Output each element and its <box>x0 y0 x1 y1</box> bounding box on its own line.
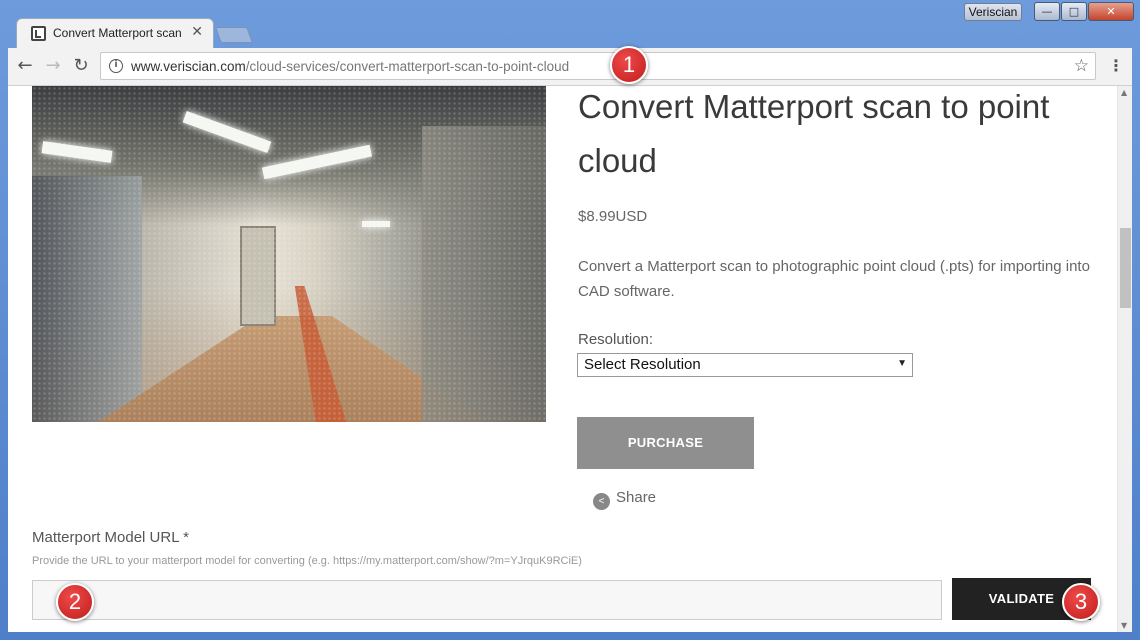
address-bar[interactable]: i www.veriscian.com/cloud-services/conve… <box>100 52 1096 80</box>
title-bar: Convert Matterport scan ✕ Veriscian — □ … <box>0 0 1140 48</box>
browser-toolbar: ← → ↻ i www.veriscian.com/cloud-services… <box>8 48 1132 86</box>
resolution-select[interactable]: Select Resolution ▼ <box>577 353 913 377</box>
new-tab-button[interactable] <box>215 27 253 43</box>
minimize-button[interactable]: — <box>1034 2 1060 21</box>
tab-title: Convert Matterport scan <box>53 26 181 40</box>
page-scrollbar[interactable]: ▲ ▼ <box>1117 86 1132 632</box>
share-link[interactable]: < Share <box>593 489 656 510</box>
share-label: Share <box>616 489 657 506</box>
url-text[interactable]: www.veriscian.com/cloud-services/convert… <box>131 59 569 74</box>
annotation-marker-1: 1 <box>610 46 648 84</box>
annotation-marker-3: 3 <box>1062 583 1100 621</box>
model-url-input[interactable] <box>32 580 942 620</box>
bookmark-star-icon[interactable]: ☆ <box>1074 56 1089 76</box>
close-window-button[interactable]: ✕ <box>1088 2 1134 21</box>
resolution-label: Resolution: <box>578 331 654 348</box>
site-favicon-icon <box>31 26 46 41</box>
close-tab-icon[interactable]: ✕ <box>191 24 203 40</box>
photo-point-texture <box>32 86 546 422</box>
scroll-down-icon[interactable]: ▼ <box>1121 621 1127 630</box>
dropdown-arrow-icon: ▼ <box>897 358 907 369</box>
browser-tab[interactable]: Convert Matterport scan ✕ <box>16 18 214 48</box>
browser-window: Convert Matterport scan ✕ Veriscian — □ … <box>0 0 1140 640</box>
product-image <box>32 86 546 422</box>
resolution-selected-value: Select Resolution <box>584 356 701 373</box>
browser-menu-icon[interactable]: ⋮ <box>1108 56 1124 75</box>
annotation-marker-2: 2 <box>56 583 94 621</box>
info-icon[interactable]: i <box>109 59 123 73</box>
page-title: Convert Matterport scan to point cloud <box>578 88 1050 179</box>
page-content: Convert Matterport scan to point cloud $… <box>8 86 1117 632</box>
url-path: /cloud-services/convert-matterport-scan-… <box>245 59 570 74</box>
reload-icon[interactable]: ↻ <box>70 56 92 78</box>
product-price: $8.99USD <box>578 208 648 225</box>
model-url-help: Provide the URL to your matterport model… <box>32 555 582 567</box>
scroll-up-icon[interactable]: ▲ <box>1121 88 1127 97</box>
profile-button[interactable]: Veriscian <box>964 3 1022 21</box>
product-description: Convert a Matterport scan to photographi… <box>578 258 1090 300</box>
share-icon: < <box>593 493 610 510</box>
back-arrow-icon[interactable]: ← <box>14 56 36 78</box>
scroll-thumb[interactable] <box>1120 228 1131 308</box>
maximize-button[interactable]: □ <box>1061 2 1087 21</box>
forward-arrow-icon[interactable]: → <box>42 56 64 78</box>
url-domain: www.veriscian.com <box>131 59 246 74</box>
purchase-button[interactable]: PURCHASE <box>577 417 754 469</box>
model-url-label: Matterport Model URL * <box>32 529 190 546</box>
